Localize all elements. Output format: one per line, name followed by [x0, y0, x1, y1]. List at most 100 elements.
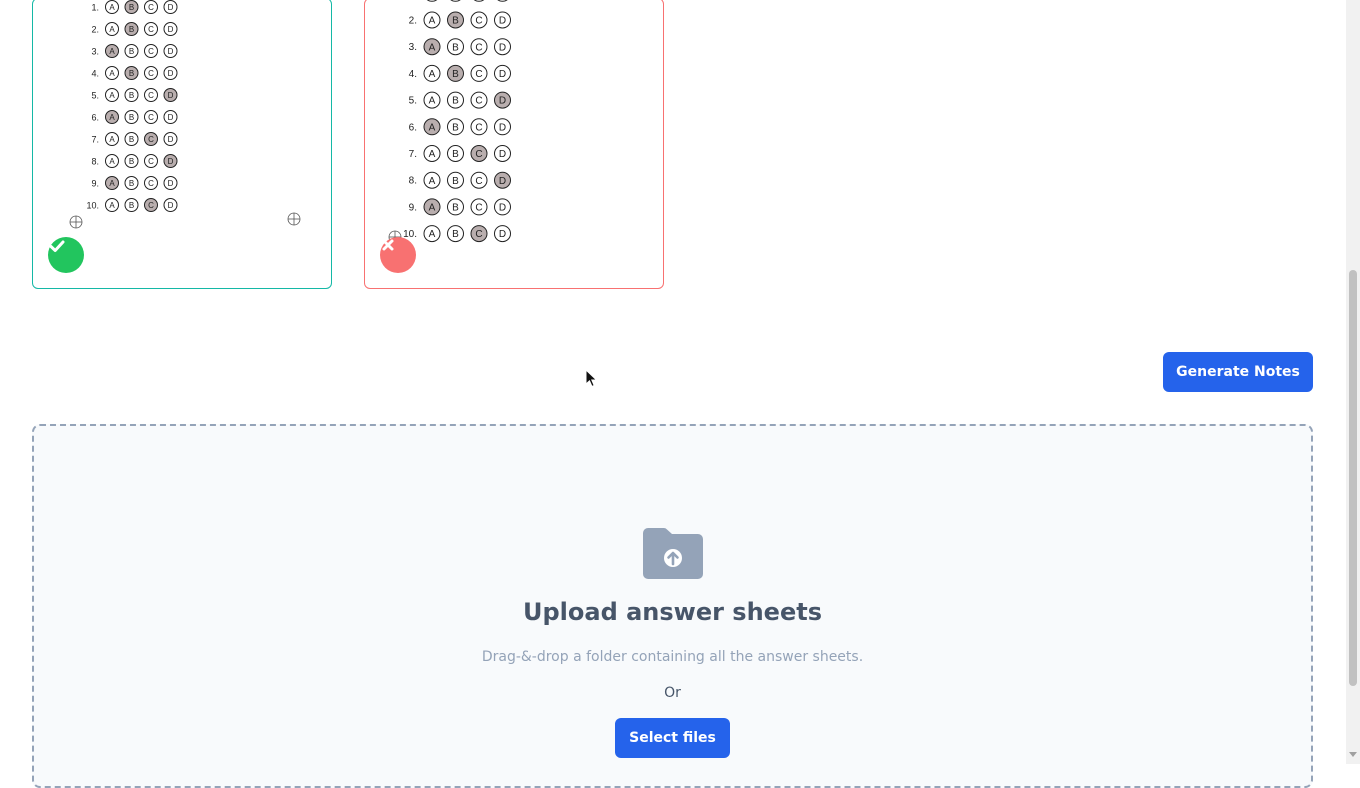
bubble-letter: A: [109, 201, 115, 210]
bubble-letter: B: [452, 229, 459, 240]
bubble-letter: B: [452, 122, 459, 133]
answer-row: 6. A B C D: [409, 118, 511, 136]
bubble-letter: B: [129, 25, 134, 34]
close-icon: [382, 239, 394, 251]
bubble-letter: D: [499, 149, 506, 160]
bubble-letter: B: [129, 157, 134, 166]
bubble-letter: C: [475, 16, 482, 27]
answer-row: 4. A B C D: [409, 64, 511, 82]
bubble-letter: A: [429, 229, 436, 240]
bubble-letter: C: [475, 176, 482, 187]
question-number: 8.: [91, 157, 99, 167]
upload-subtitle: Drag-&-drop a folder containing all the …: [481, 649, 864, 665]
bubble-letter: B: [129, 91, 134, 100]
bubble-letter: A: [109, 69, 115, 78]
bubble-letter: D: [168, 179, 174, 188]
bubble-letter: A: [429, 176, 436, 187]
question-number: 4.: [91, 69, 99, 79]
bubble-letter: B: [452, 96, 459, 107]
bubble-letter: A: [429, 69, 436, 80]
bubble-letter: D: [168, 135, 174, 144]
bubble-letter: C: [148, 157, 154, 166]
question-number: 6.: [91, 113, 99, 123]
question-number: 2.: [91, 25, 99, 35]
bubble-letter: A: [429, 16, 436, 27]
correct-status-badge: [48, 237, 84, 273]
generate-notes-button[interactable]: Generate Notes: [1163, 352, 1313, 392]
answer-row: 9. A B C D: [409, 198, 511, 216]
bubble-letter: B: [129, 47, 134, 56]
question-number: 5.: [91, 91, 99, 101]
bubble-letter: C: [475, 229, 482, 240]
or-label: Or: [664, 685, 681, 701]
bubble-letter: D: [499, 69, 506, 80]
registration-mark-icon: [287, 212, 301, 226]
answer-row: 3. A B C D: [409, 38, 511, 56]
bubble-letter: C: [475, 122, 482, 133]
bubble-letter: B: [452, 149, 459, 160]
answer-sheet-card-correct[interactable]: 1. A B C D 2. A B C D 3. A B C D 4. A B C D 5. A B C D 6. A B C D 7. A B…: [32, 0, 332, 289]
bubble-letter: C: [475, 96, 482, 107]
bubble-letter: A: [109, 25, 115, 34]
answer-row: 1. A B C D: [91, 0, 178, 14]
scroll-down-arrow-icon[interactable]: [1349, 752, 1357, 757]
question-number: 1.: [91, 3, 99, 13]
answer-row: 10. A B C D: [86, 198, 178, 212]
bubble-letter: A: [109, 47, 115, 56]
bubble-letter: A: [429, 149, 436, 160]
answer-row: 6. A B C D: [91, 110, 178, 124]
answer-row: 8. A B C D: [91, 154, 178, 168]
question-number: 7.: [409, 149, 417, 160]
bubble-letter: D: [499, 122, 506, 133]
question-number: 10.: [86, 201, 99, 211]
bubble-letter: B: [452, 69, 459, 80]
bubble-letter: C: [148, 201, 154, 210]
bubble-letter: B: [452, 203, 459, 214]
bubble-letter: C: [475, 149, 482, 160]
bubble-letter: B: [452, 16, 459, 27]
bubble-letter: B: [452, 42, 459, 53]
bubble-letter: A: [109, 3, 115, 12]
bubble-letter: A: [429, 122, 436, 133]
bubble-letter: D: [499, 176, 506, 187]
bubble-letter: C: [148, 3, 154, 12]
scrollbar-thumb[interactable]: [1349, 270, 1357, 686]
answer-row: 4. A B C D: [91, 66, 178, 80]
bubble-letter: B: [129, 3, 134, 12]
bubble-letter: D: [168, 69, 174, 78]
bubble-letter: D: [168, 47, 174, 56]
answer-row: 8. A B C D: [409, 171, 511, 189]
question-number: 7.: [91, 135, 99, 145]
bubble-letter: A: [109, 91, 115, 100]
bubble-letter: C: [148, 135, 154, 144]
check-icon: [49, 240, 65, 252]
bubble-letter: D: [168, 157, 174, 166]
bubble-letter: C: [148, 179, 154, 188]
question-number: 9.: [91, 179, 99, 189]
bubble-letter: D: [168, 3, 174, 12]
bubble-letter: B: [129, 113, 134, 122]
bubble-letter: A: [109, 113, 115, 122]
bubble-letter: C: [148, 25, 154, 34]
question-number: 4.: [409, 69, 417, 80]
upload-dropzone[interactable]: Upload answer sheets Drag-&-drop a folde…: [32, 424, 1313, 788]
bubble-letter: D: [499, 203, 506, 214]
answer-sheet-card-incorrect[interactable]: 2. A B C D 3. A B C D 4. A B C D 5. A B C D 6. A B C D 7. A B C D 8. A B…: [364, 0, 664, 289]
mouse-cursor-icon: [585, 369, 598, 388]
bubble-letter: C: [148, 47, 154, 56]
bubble-letter: D: [168, 25, 174, 34]
bubble-letter: D: [168, 113, 174, 122]
answer-row: 10. A B C D: [403, 225, 511, 243]
answer-row: 2. A B C D: [409, 11, 511, 29]
incorrect-status-badge: [380, 237, 416, 273]
answer-row: 9. A B C D: [91, 176, 178, 190]
bubble-letter: C: [475, 42, 482, 53]
answer-row: 7. A B C D: [409, 145, 511, 162]
question-number: 3.: [409, 42, 417, 53]
bubble-letter: A: [429, 42, 436, 53]
select-files-button[interactable]: Select files: [615, 718, 730, 758]
bubble-letter: A: [429, 203, 436, 214]
bubble-letter: D: [168, 201, 174, 210]
question-number: 9.: [409, 202, 417, 213]
registration-mark-icon: [69, 215, 83, 229]
